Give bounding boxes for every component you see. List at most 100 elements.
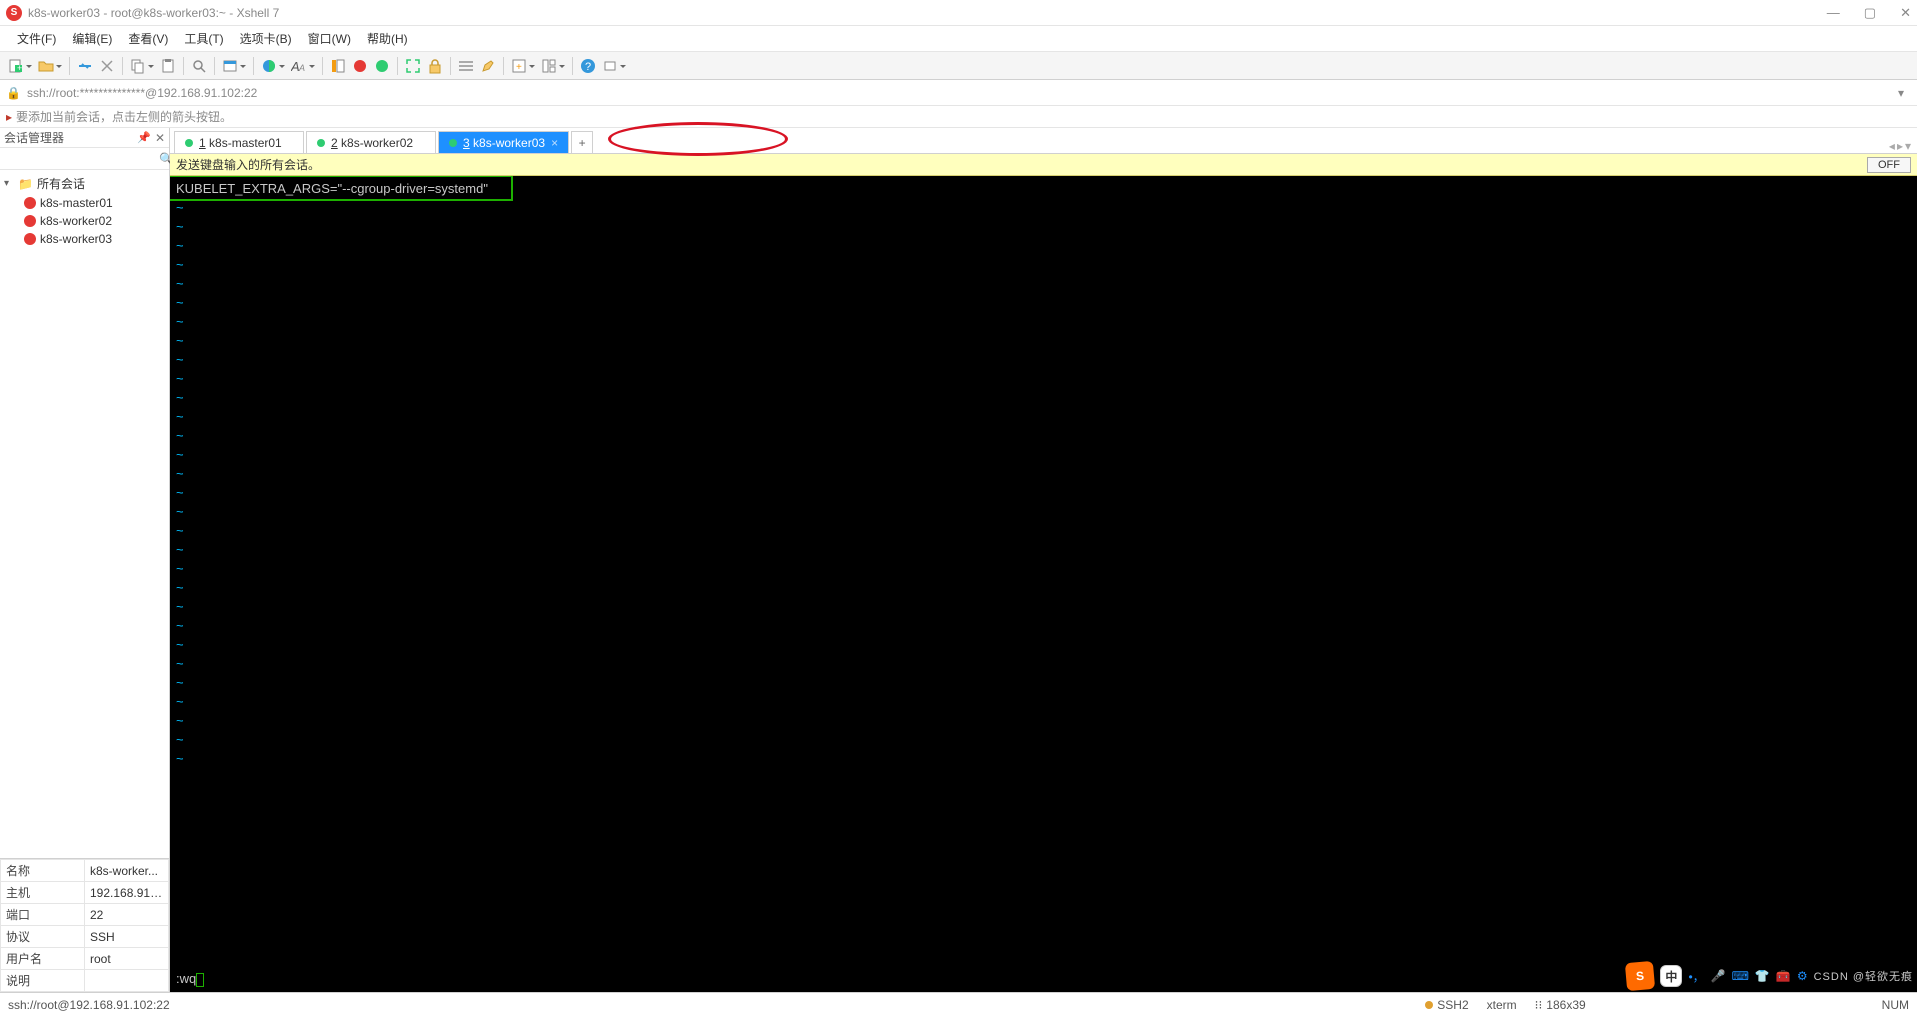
- paste-button[interactable]: [158, 55, 178, 77]
- start-button[interactable]: [372, 55, 392, 77]
- close-button[interactable]: ✕: [1900, 5, 1911, 21]
- terminal[interactable]: KUBELET_EXTRA_ARGS="--cgroup-driver=syst…: [170, 176, 1917, 992]
- prop-val: [85, 970, 169, 992]
- ime-toolbox-icon[interactable]: 🧰: [1776, 969, 1791, 983]
- find-button[interactable]: [189, 55, 209, 77]
- properties-button[interactable]: [220, 55, 248, 77]
- menu-file[interactable]: 文件(F): [10, 27, 63, 50]
- prop-val: root: [85, 948, 169, 970]
- tab-master01[interactable]: 1 k8s-master01: [174, 131, 304, 153]
- pin-icon[interactable]: 📌: [137, 131, 151, 144]
- prop-val: SSH: [85, 926, 169, 948]
- tab-next-button[interactable]: ▸: [1897, 139, 1903, 153]
- session-item-worker03[interactable]: k8s-worker03: [2, 230, 167, 248]
- new-session-button[interactable]: +: [6, 55, 34, 77]
- prop-key: 协议: [1, 926, 85, 948]
- maximize-button[interactable]: ▢: [1864, 5, 1876, 21]
- tab-worker03[interactable]: 3 k8s-worker03 ×: [438, 131, 569, 153]
- broadcast-off-button[interactable]: OFF: [1867, 157, 1911, 173]
- session-manager-panel: 会话管理器 📌 ✕ 🔍 ▾ 📁 所有会话 k8s-master01 k8s-wo…: [0, 128, 170, 992]
- minimize-button[interactable]: —: [1827, 5, 1840, 21]
- prop-val: 192.168.91....: [85, 882, 169, 904]
- address-dropdown[interactable]: ▾: [1891, 82, 1911, 104]
- reconnect-button[interactable]: [75, 55, 95, 77]
- font-button[interactable]: AA: [289, 55, 317, 77]
- broadcast-text: 发送键盘输入的所有会话。: [176, 156, 320, 173]
- folder-icon: 📁: [18, 177, 33, 191]
- hint-text: 要添加当前会话，点击左侧的箭头按钮。: [16, 108, 232, 125]
- highlight-button[interactable]: [478, 55, 498, 77]
- status-dot-icon: [317, 139, 325, 147]
- prop-val: k8s-worker...: [85, 860, 169, 882]
- status-dot-icon: [185, 139, 193, 147]
- svg-text:?: ?: [585, 61, 591, 73]
- script-button[interactable]: +: [509, 55, 537, 77]
- tab-prev-button[interactable]: ◂: [1889, 139, 1895, 153]
- tab-list-button[interactable]: ▾: [1905, 139, 1911, 153]
- status-size: ⁝⁝ 186x39: [1535, 998, 1586, 1012]
- prop-key: 端口: [1, 904, 85, 926]
- prop-key: 主机: [1, 882, 85, 904]
- more-button[interactable]: [600, 55, 628, 77]
- tab-worker02[interactable]: 2 k8s-worker02: [306, 131, 436, 153]
- menu-window[interactable]: 窗口(W): [301, 27, 358, 50]
- toolbar: + AA + ?: [0, 52, 1917, 80]
- session-item-worker02[interactable]: k8s-worker02: [2, 212, 167, 230]
- color-scheme-button[interactable]: [259, 55, 287, 77]
- prop-val: 22: [85, 904, 169, 926]
- watermark: CSDN @轻欲无痕: [1814, 968, 1913, 984]
- ime-mic-icon[interactable]: 🎤: [1711, 969, 1726, 983]
- session-icon: [24, 215, 36, 227]
- layout-button[interactable]: [539, 55, 567, 77]
- cursor-icon: [196, 973, 204, 987]
- menu-edit[interactable]: 编辑(E): [65, 27, 119, 50]
- disconnect-button[interactable]: [97, 55, 117, 77]
- new-tab-button[interactable]: +: [571, 131, 593, 153]
- session-icon: [24, 233, 36, 245]
- log-button[interactable]: [456, 55, 476, 77]
- prop-key: 用户名: [1, 948, 85, 970]
- status-bar: ssh://root@192.168.91.102:22 SSH2 xterm …: [0, 992, 1917, 1016]
- lock-icon: 🔒: [6, 86, 21, 100]
- menu-help[interactable]: 帮助(H): [360, 27, 415, 50]
- ime-settings-icon[interactable]: ⚙: [1797, 969, 1808, 983]
- menu-view[interactable]: 查看(V): [121, 27, 175, 50]
- help-button[interactable]: ?: [578, 55, 598, 77]
- tree-root[interactable]: ▾ 📁 所有会话: [2, 173, 167, 194]
- tab-close-icon[interactable]: ×: [551, 136, 558, 150]
- ime-punct-icon[interactable]: •，: [1688, 968, 1704, 985]
- session-tree: ▾ 📁 所有会话 k8s-master01 k8s-worker02 k8s-w…: [0, 170, 169, 858]
- window-title: k8s-worker03 - root@k8s-worker03:~ - Xsh…: [28, 6, 279, 20]
- lock-button[interactable]: [425, 55, 445, 77]
- stop-button[interactable]: [350, 55, 370, 77]
- vim-command-line: :wq: [176, 970, 204, 988]
- sidebar-search: 🔍: [0, 148, 169, 170]
- sidebar-search-input[interactable]: [4, 152, 159, 166]
- menu-tools[interactable]: 工具(T): [177, 27, 230, 50]
- address-text[interactable]: ssh://root:**************@192.168.91.102…: [27, 86, 257, 100]
- title-bar: S k8s-worker03 - root@k8s-worker03:~ - X…: [0, 0, 1917, 26]
- ime-skin-icon[interactable]: 👕: [1755, 969, 1770, 983]
- status-dot-icon: [1425, 1001, 1433, 1009]
- status-connection: ssh://root@192.168.91.102:22: [8, 998, 170, 1012]
- menu-tabs[interactable]: 选项卡(B): [233, 27, 299, 50]
- session-manager-toggle[interactable]: [328, 55, 348, 77]
- svg-text:A: A: [298, 63, 305, 73]
- broadcast-bar: 发送键盘输入的所有会话。 OFF: [170, 154, 1917, 176]
- fullscreen-button[interactable]: [403, 55, 423, 77]
- app-icon: S: [6, 5, 22, 21]
- open-session-button[interactable]: [36, 55, 64, 77]
- sidebar-header: 会话管理器 📌 ✕: [0, 128, 169, 148]
- copy-button[interactable]: [128, 55, 156, 77]
- sidebar-title: 会话管理器: [4, 129, 64, 146]
- sidebar-close-button[interactable]: ✕: [155, 131, 165, 145]
- ime-lang-button[interactable]: 中: [1660, 965, 1682, 987]
- sogou-ime-icon[interactable]: S: [1625, 961, 1655, 991]
- prop-key: 说明: [1, 970, 85, 992]
- prop-key: 名称: [1, 860, 85, 882]
- session-label: k8s-worker02: [40, 214, 112, 228]
- session-item-master01[interactable]: k8s-master01: [2, 194, 167, 212]
- collapse-icon[interactable]: ▾: [4, 178, 14, 189]
- ime-keyboard-icon[interactable]: ⌨: [1732, 969, 1749, 983]
- terminal-line: KUBELET_EXTRA_ARGS="--cgroup-driver=syst…: [176, 181, 488, 196]
